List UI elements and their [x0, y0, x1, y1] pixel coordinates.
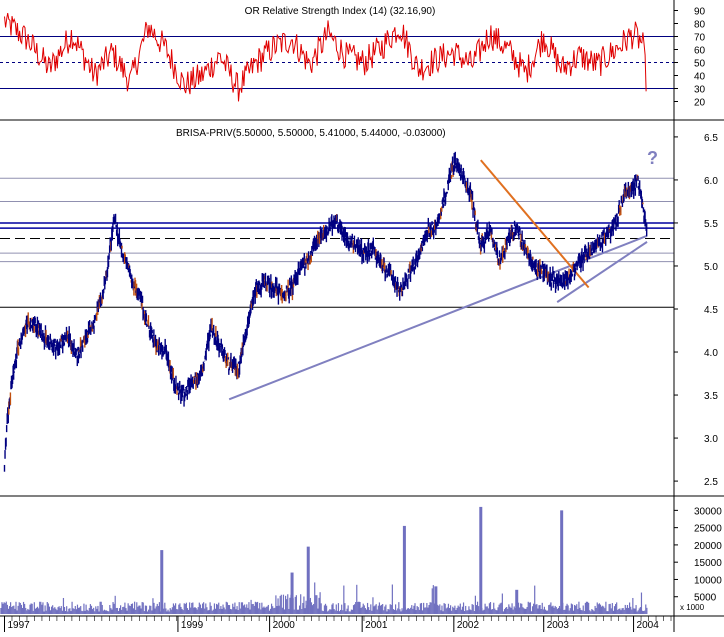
rsi-y-tick-label: 70	[694, 33, 706, 44]
rsi-title: OR Relative Strength Index (14) (32.16,9…	[245, 6, 436, 17]
volume-spike-bar	[160, 550, 164, 614]
rsi-y-tick-label: 60	[694, 46, 706, 57]
volume-y-tick-label: 15000	[694, 558, 722, 569]
volume-spike-bar	[560, 510, 564, 614]
price-y-tick-label: 4.0	[704, 348, 718, 359]
x-axis-tick-label: 2004	[637, 620, 660, 631]
x-axis-tick-label: 2003	[547, 620, 570, 631]
x-axis-tick-label: 2002	[457, 620, 480, 631]
rsi-y-tick-label: 50	[694, 59, 706, 70]
volume-spike-bar	[402, 525, 406, 614]
price-y-tick-label: 2.5	[704, 477, 718, 488]
volume-spike-bar	[434, 586, 438, 614]
volume-unit-label: x 1000	[680, 603, 705, 612]
stock-chart: 20 30 40 50 60 70 80 90 2.5 3.0 3.5 4.0 4.5 5.0 5.5 6.0…	[0, 0, 724, 632]
rsi-y-tick-label: 40	[694, 72, 706, 83]
question-annotation: ?	[647, 148, 658, 168]
price-title: BRISA-PRIV(5.50000, 5.50000, 5.41000, 5.…	[176, 128, 446, 139]
price-y-tick-label: 6.0	[704, 176, 718, 187]
rsi-y-tick-label: 80	[694, 20, 706, 31]
x-axis-tick-label: 2000	[273, 620, 296, 631]
x-axis-tick-label: 2001	[365, 620, 388, 631]
price-panel	[0, 124, 674, 494]
price-y-tick-label: 5.0	[704, 262, 718, 273]
volume-y-tick-label: 25000	[694, 524, 722, 535]
volume-spike-bar	[515, 589, 519, 614]
volume-spike-bar	[479, 506, 483, 614]
x-axis-tick-label: 1997	[7, 620, 30, 631]
rsi-y-tick-label: 30	[694, 85, 706, 96]
price-y-tick-label: 5.5	[704, 219, 718, 230]
price-y-tick-label: 6.5	[704, 133, 718, 144]
volume-panel	[0, 497, 674, 615]
rsi-y-tick-label: 90	[694, 7, 706, 18]
rsi-y-tick-label: 20	[694, 98, 706, 109]
x-axis-tick-label: 1999	[181, 620, 204, 631]
volume-y-tick-label: 10000	[694, 575, 722, 586]
price-y-tick-label: 4.5	[704, 305, 718, 316]
price-y-tick-label: 3.0	[704, 434, 718, 445]
volume-spike-bar	[306, 546, 310, 614]
stock-chart-svg: 20 30 40 50 60 70 80 90 2.5 3.0 3.5 4.0 4.5 5.0 5.5 6.0…	[0, 0, 724, 632]
volume-y-tick-label: 30000	[694, 506, 722, 517]
price-y-tick-label: 3.5	[704, 391, 718, 402]
volume-spike-bar	[290, 572, 294, 614]
volume-y-tick-label: 20000	[694, 541, 722, 552]
